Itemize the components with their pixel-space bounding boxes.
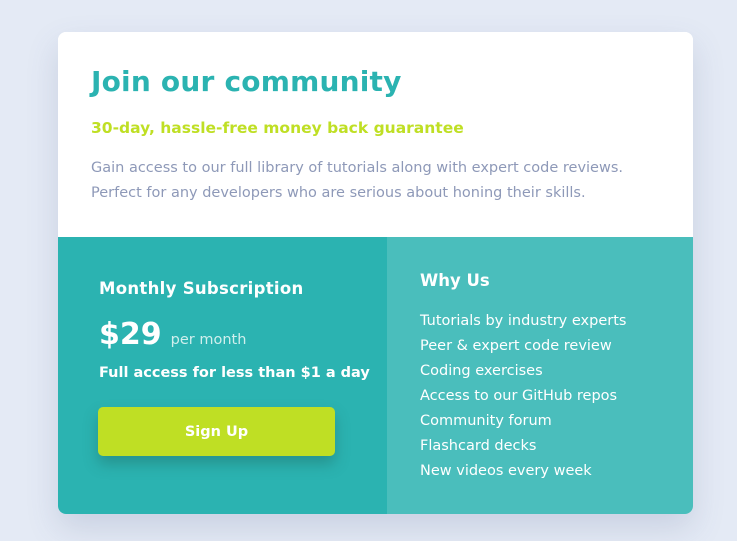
feature-item: New videos every week — [420, 463, 592, 479]
feature-item: Peer & expert code review — [420, 338, 612, 354]
features-list: Tutorials by industry experts Peer & exp… — [420, 309, 626, 484]
guarantee-subtitle: 30-day, hassle-free money back guarantee — [91, 119, 464, 137]
price-amount: $29 — [99, 317, 162, 352]
price-period: per month — [170, 332, 247, 348]
price-row: $29 per month — [99, 317, 246, 352]
feature-item: Tutorials by industry experts — [420, 313, 627, 329]
description-line-2: Perfect for any developers who are serio… — [91, 185, 586, 201]
why-us-title: Why Us — [420, 271, 490, 290]
subscription-title: Monthly Subscription — [99, 279, 304, 298]
why-us-panel: Why Us Tutorials by industry experts Pee… — [387, 237, 693, 514]
feature-item: Coding exercises — [420, 363, 543, 379]
feature-item: Flashcard decks — [420, 438, 537, 454]
pricing-card: Join our community 30-day, hassle-free m… — [58, 32, 693, 514]
sign-up-button[interactable]: Sign Up — [98, 407, 335, 456]
subscription-panel: Monthly Subscription $29 per month Full … — [58, 237, 387, 514]
feature-item: Community forum — [420, 413, 552, 429]
subscription-tagline: Full access for less than $1 a day — [99, 365, 370, 381]
card-header-section: Join our community 30-day, hassle-free m… — [58, 32, 693, 237]
feature-item: Access to our GitHub repos — [420, 388, 618, 404]
description: Gain access to our full library of tutor… — [91, 156, 651, 206]
description-line-1: Gain access to our full library of tutor… — [91, 160, 624, 176]
page-title: Join our community — [91, 65, 402, 98]
